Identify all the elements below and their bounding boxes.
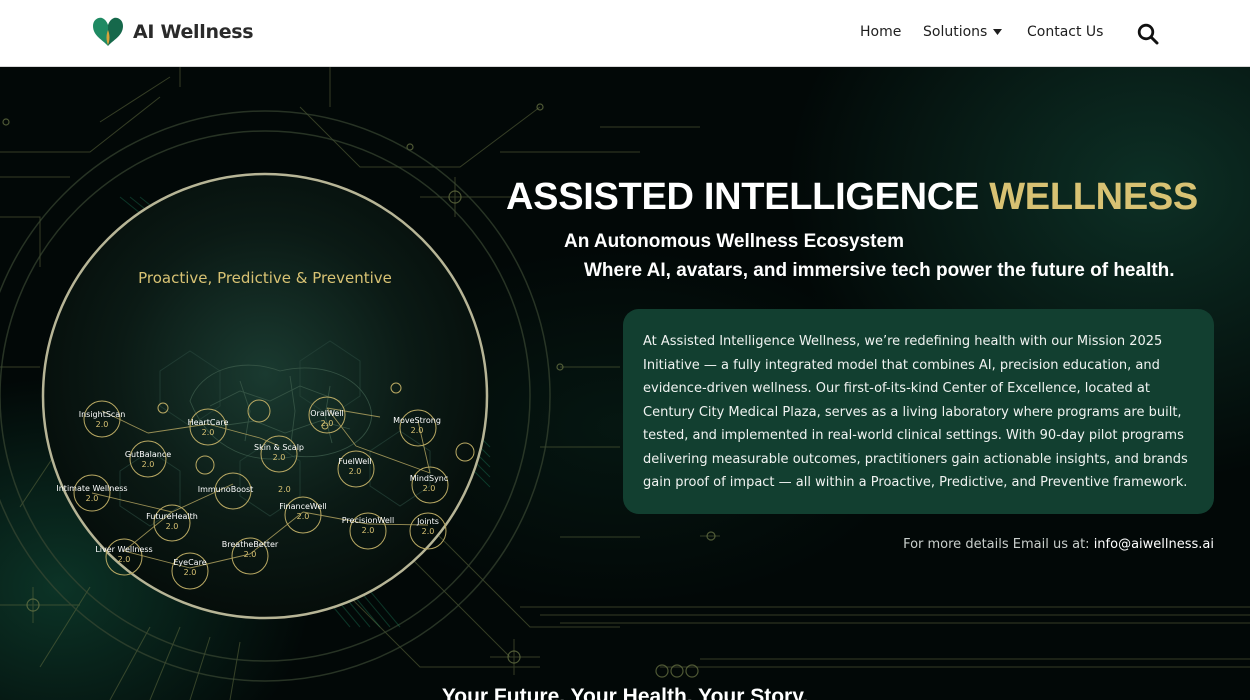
node-name: InsightScan (78, 410, 126, 419)
contact-email-line: For more details Email us at: info@aiwel… (903, 537, 1214, 552)
node-name: Joints (417, 517, 439, 526)
node-version: 2.0 (201, 428, 215, 437)
site-header: AI Wellness Home Solutions Contact Us (0, 0, 1250, 67)
mission-info-card: At Assisted Intelligence Wellness, we’re… (623, 309, 1214, 514)
hero-subtitle-1: An Autonomous Wellness Ecosystem (564, 231, 904, 252)
nav-solutions[interactable]: Solutions (923, 24, 1003, 40)
caret-down-icon (993, 29, 1003, 35)
nav-home[interactable]: Home (860, 24, 901, 40)
node-name: FinanceWell (279, 502, 327, 511)
node-version: 2.0 (165, 522, 179, 531)
node-name: GutBalance (124, 450, 172, 459)
email-prompt: For more details Email us at: (903, 537, 1090, 552)
node-name: BreatheBetter (221, 540, 279, 549)
node-name: Skin & Scalp (253, 443, 304, 452)
node-version: 2.0 (422, 484, 436, 493)
node-version: 2.0 (95, 420, 109, 429)
nav-solutions-label: Solutions (923, 24, 988, 40)
node-name: Liver Wellness (95, 545, 153, 554)
node-version: 2.0 (410, 426, 424, 435)
node-name: MindSync (409, 474, 449, 483)
node-version: 2.0 (183, 568, 197, 577)
hero-section: ASSISTED INTELLIGENCE WELLNESS An Autono… (0, 67, 1250, 700)
node-name: FutureHealth (146, 512, 198, 521)
node-name: Intimate Wellness (56, 484, 128, 493)
node-name: FuelWell (338, 457, 372, 466)
nav-contact-us[interactable]: Contact Us (1027, 24, 1103, 40)
brand-logo-link[interactable]: AI Wellness (91, 16, 254, 48)
mission-description: At Assisted Intelligence Wellness, we’re… (643, 334, 1188, 490)
node-name: ImmunoBoost (197, 485, 254, 494)
node-version: 2.0 (361, 526, 375, 535)
email-link[interactable]: info@aiwellness.ai (1094, 537, 1214, 552)
diagram-title: Proactive, Predictive & Preventive (138, 269, 392, 287)
hero-title-main: ASSISTED INTELLIGENCE (506, 176, 979, 218)
twin-leaf-heart-logo-icon (93, 17, 123, 46)
hero-title-accent: WELLNESS (989, 176, 1198, 218)
wellness-ecosystem-diagram: Proactive, Predictive & Preventive Insig… (40, 171, 490, 621)
node-version: 2.0 (320, 419, 334, 428)
node-version: 2.0 (85, 494, 99, 503)
node-name: HeartCare (187, 418, 229, 427)
node-version: 2.0 (421, 527, 435, 536)
hero-subtitle-2: Where AI, avatars, and immersive tech po… (584, 260, 1175, 281)
search-icon[interactable] (1137, 23, 1159, 45)
node-version: 2.0 (141, 460, 155, 469)
section-heading: Your Future. Your Health. Your Story. (441, 685, 809, 700)
brand-name: AI Wellness (133, 21, 254, 43)
node-name: EyeCare (173, 558, 207, 567)
hero-title: ASSISTED INTELLIGENCE WELLNESS (506, 176, 1198, 219)
node-version: 2.0 (278, 485, 291, 494)
node-name: MoveStrong (393, 416, 441, 425)
